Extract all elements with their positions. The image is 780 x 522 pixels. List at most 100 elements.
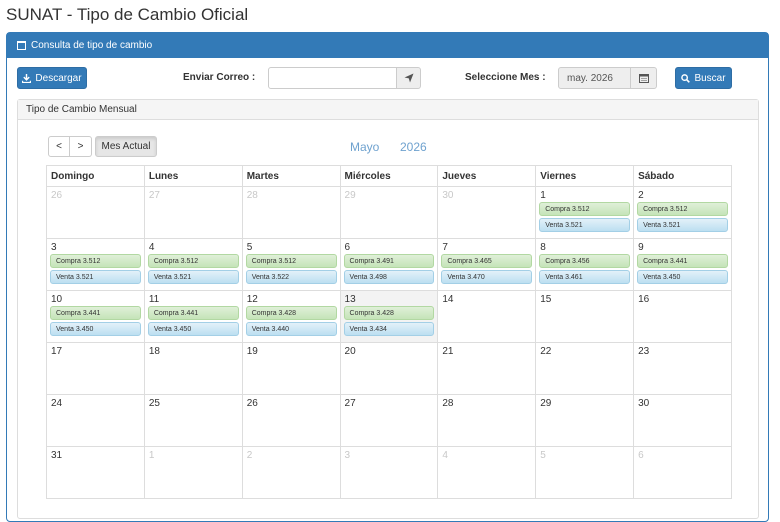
calendar-day-cell[interactable]: 21 [437, 342, 537, 395]
buy-rate-event[interactable]: Compra 3.491 [343, 254, 435, 268]
buy-rate-event[interactable]: Compra 3.441 [147, 306, 239, 320]
next-month-button[interactable]: > [70, 136, 92, 157]
calendar-day-cell[interactable]: 10 Compra 3.441 Venta 3.450 [46, 290, 145, 343]
calendar-day-cell[interactable]: 1 Compra 3.512 Venta 3.521 [535, 186, 635, 239]
calendar-day-cell[interactable]: 20 [339, 342, 439, 395]
buy-rate-event[interactable]: Compra 3.512 [147, 254, 239, 268]
buy-rate-event[interactable]: Compra 3.465 [441, 254, 533, 268]
download-button[interactable]: Descargar [17, 67, 87, 89]
exchange-rate-panel: Consulta de tipo de cambio Descargar Env… [6, 32, 769, 522]
calendar-day-cell[interactable]: 22 [535, 342, 635, 395]
sell-rate-event[interactable]: Venta 3.521 [50, 270, 141, 284]
panel-header: Consulta de tipo de cambio [7, 33, 768, 58]
sell-rate-event[interactable]: Venta 3.434 [343, 322, 435, 336]
buy-rate-event[interactable]: Compra 3.456 [539, 254, 631, 268]
calendar-day-cell[interactable]: 26 [241, 394, 341, 447]
calendar-day-cell[interactable]: 5 [535, 446, 635, 499]
calendar-day-cell[interactable]: 30 [437, 186, 537, 239]
sell-rate-event[interactable]: Venta 3.522 [245, 270, 337, 284]
calendar-day-cell[interactable]: 4 [437, 446, 537, 499]
calendar-day-cell[interactable]: 2 Compra 3.512 Venta 3.521 [633, 186, 732, 239]
day-number: 27 [148, 190, 160, 201]
calendar-day-cell[interactable]: 27 [339, 394, 439, 447]
calendar-body: 26 27 28 29 30 1 Compra 3.512 Venta 3.521 2 Compr… [46, 186, 732, 499]
day-number: 25 [148, 398, 160, 409]
search-button[interactable]: Buscar [675, 67, 732, 89]
calendar-day-cell[interactable]: 26 [46, 186, 145, 239]
calendar-day-cell[interactable]: 6 [633, 446, 732, 499]
sell-rate-event[interactable]: Venta 3.470 [441, 270, 533, 284]
calendar-day-cell[interactable]: 18 [143, 342, 243, 395]
calendar-day-cell[interactable]: 15 [535, 290, 635, 343]
calendar-week-row: 10 Compra 3.441 Venta 3.450 11 Compra 3.441 V… [46, 290, 732, 343]
calendar-day-cell[interactable]: 28 [437, 394, 537, 447]
calendar-icon [638, 74, 649, 83]
calendar-day-cell[interactable]: 3 Compra 3.512 Venta 3.521 [46, 238, 145, 291]
sell-rate-event[interactable]: Venta 3.521 [147, 270, 239, 284]
calendar-week-row: 26 27 28 29 30 1 Compra 3.512 Venta 3.521 2 Compr… [46, 186, 732, 239]
calendar-day-cell[interactable]: 19 [241, 342, 341, 395]
calendar-day-cell[interactable]: 11 Compra 3.441 Venta 3.450 [143, 290, 243, 343]
calendar-day-cell[interactable]: 27 [143, 186, 243, 239]
day-number: 13 [344, 294, 356, 305]
calendar-day-cell[interactable]: 25 [143, 394, 243, 447]
buy-rate-event[interactable]: Compra 3.512 [539, 202, 631, 216]
calendar-day-cell[interactable]: 17 [46, 342, 145, 395]
sell-rate-event[interactable]: Venta 3.440 [245, 322, 337, 336]
calendar-day-cell[interactable]: 13 Compra 3.428 Venta 3.434 [339, 290, 439, 343]
day-number: 30 [442, 190, 454, 201]
calendar-week-row: 3 Compra 3.512 Venta 3.521 4 Compra 3.512 Ven… [46, 238, 732, 291]
calendar-day-cell[interactable]: 16 [633, 290, 732, 343]
email-field[interactable] [268, 67, 397, 89]
sell-rate-event[interactable]: Venta 3.450 [147, 322, 239, 336]
current-month-button[interactable]: Mes Actual [95, 136, 157, 157]
day-number: 16 [638, 294, 650, 305]
calendar-day-cell[interactable]: 31 [46, 446, 145, 499]
day-number: 28 [442, 398, 454, 409]
day-number: 3 [344, 450, 351, 461]
calendar-day-cell[interactable]: 29 [339, 186, 439, 239]
calendar-day-cell[interactable]: 30 [633, 394, 732, 447]
calendar-day-cell[interactable]: 7 Compra 3.465 Venta 3.470 [437, 238, 537, 291]
buy-rate-event[interactable]: Compra 3.428 [343, 306, 435, 320]
prev-month-button[interactable]: < [48, 136, 70, 157]
day-number: 1 [540, 190, 546, 201]
calendar-day-cell[interactable]: 28 [241, 186, 341, 239]
calendar-day-cell[interactable]: 8 Compra 3.456 Venta 3.461 [535, 238, 635, 291]
calendar-day-cell[interactable]: 29 [535, 394, 635, 447]
calendar-day-cell[interactable]: 3 [339, 446, 439, 499]
calendar-day-cell[interactable]: 5 Compra 3.512 Venta 3.522 [241, 238, 341, 291]
day-number: 26 [51, 190, 63, 201]
sell-rate-event[interactable]: Venta 3.461 [539, 270, 631, 284]
buy-rate-event[interactable]: Compra 3.512 [50, 254, 141, 268]
calendar-day-cell[interactable]: 9 Compra 3.441 Venta 3.450 [633, 238, 732, 291]
monthly-rate-title: Tipo de Cambio Mensual [18, 100, 758, 120]
buy-rate-event[interactable]: Compra 3.428 [245, 306, 337, 320]
calendar-day-cell[interactable]: 24 [46, 394, 145, 447]
calendar-day-cell[interactable]: 1 [143, 446, 243, 499]
calendar-day-cell[interactable]: 6 Compra 3.491 Venta 3.498 [339, 238, 439, 291]
download-label: Descargar [35, 72, 82, 84]
sell-rate-event[interactable]: Venta 3.450 [637, 270, 728, 284]
sell-rate-event[interactable]: Venta 3.498 [343, 270, 435, 284]
monthly-rate-panel: Tipo de Cambio Mensual < > Mes Actual Ma… [17, 99, 759, 519]
calendar-day-cell[interactable]: 12 Compra 3.428 Venta 3.440 [241, 290, 341, 343]
month-select[interactable]: may. 2026 [558, 67, 631, 89]
day-number: 12 [246, 294, 258, 305]
sell-rate-event[interactable]: Venta 3.521 [539, 218, 631, 232]
buy-rate-event[interactable]: Compra 3.512 [637, 202, 728, 216]
calendar-day-cell[interactable]: 4 Compra 3.512 Venta 3.521 [143, 238, 243, 291]
calendar-nav: < > Mes Actual [48, 136, 157, 157]
month-picker-button[interactable] [630, 67, 657, 89]
calendar-day-cell[interactable]: 14 [437, 290, 537, 343]
send-email-button[interactable] [396, 67, 421, 89]
sell-rate-event[interactable]: Venta 3.521 [637, 218, 728, 232]
calendar-week-row: 31 1 2 3 4 5 6 [46, 446, 732, 499]
buy-rate-event[interactable]: Compra 3.441 [50, 306, 141, 320]
calendar-day-cell[interactable]: 2 [241, 446, 341, 499]
sell-rate-event[interactable]: Venta 3.450 [50, 322, 141, 336]
buy-rate-event[interactable]: Compra 3.512 [245, 254, 337, 268]
buy-rate-event[interactable]: Compra 3.441 [637, 254, 728, 268]
day-number: 21 [442, 346, 454, 357]
calendar-day-cell[interactable]: 23 [633, 342, 732, 395]
